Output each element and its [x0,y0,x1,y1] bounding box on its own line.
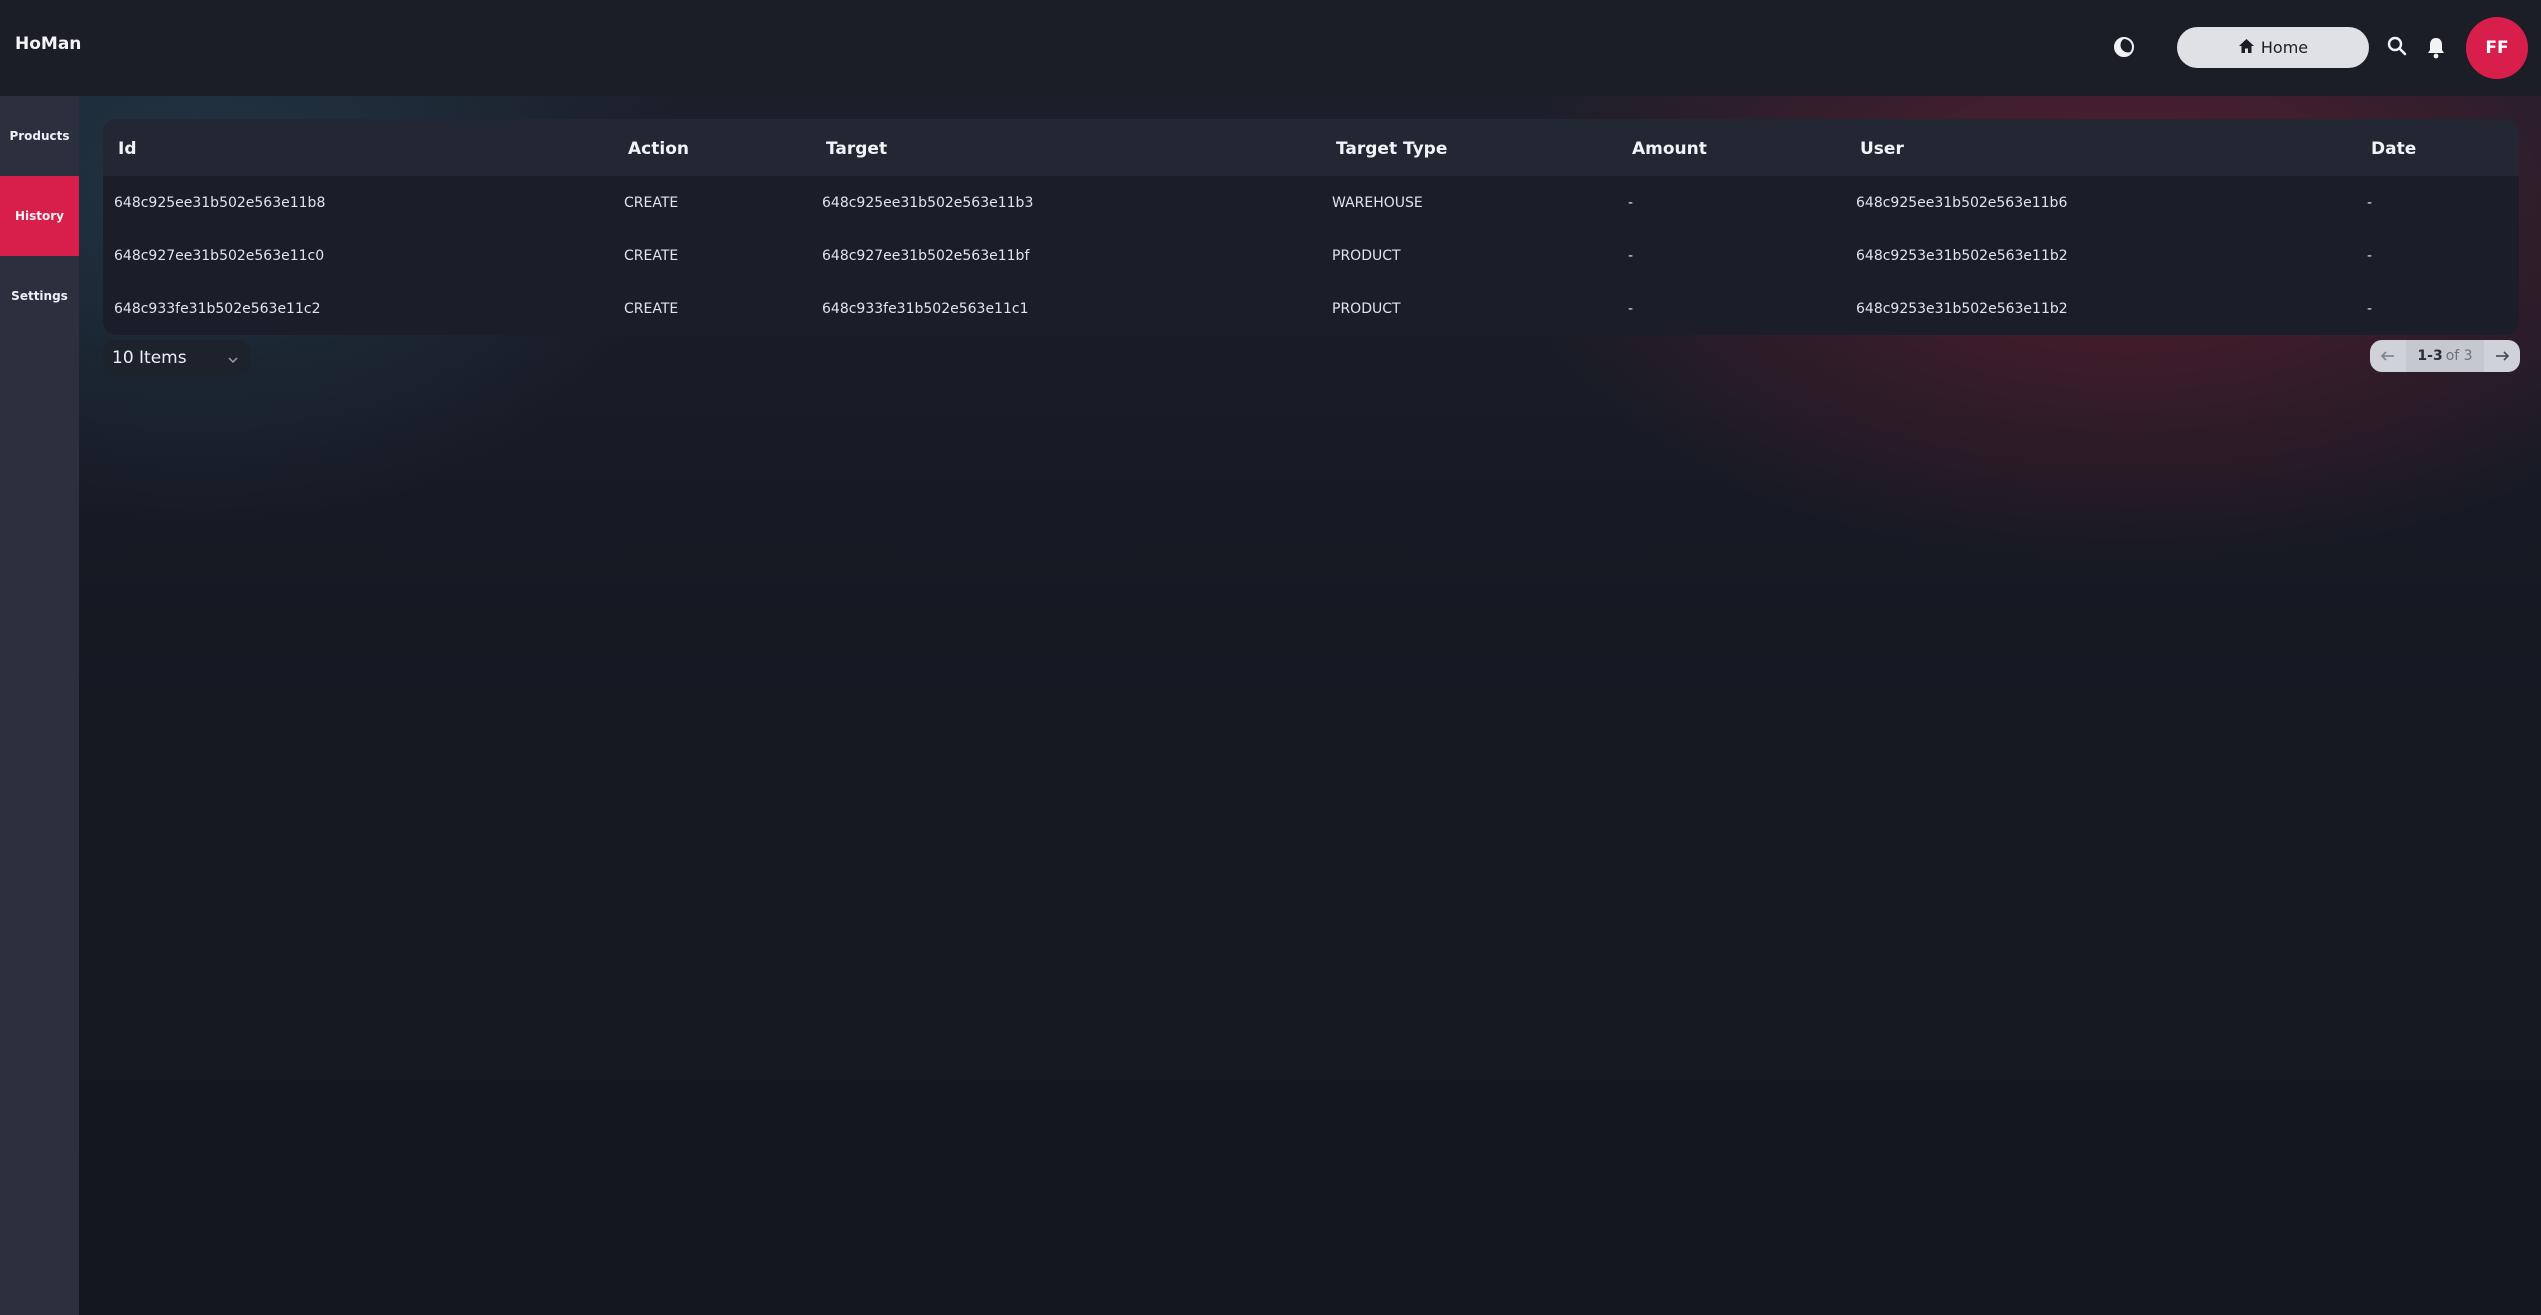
arrow-right-icon [2494,347,2510,366]
home-icon [2238,38,2255,58]
pagination: 1-3 of 3 [2370,340,2520,372]
next-page-button[interactable] [2484,340,2520,372]
cell-action: CREATE [624,248,679,264]
items-per-page-value: 10 Items [112,347,187,368]
app-brand[interactable]: HoMan [15,34,81,54]
cell-amount: - [1628,195,1634,211]
column-header-action[interactable]: Action [628,139,689,159]
sidebar-item-settings[interactable]: Settings [0,256,79,336]
cell-date: - [2367,195,2373,211]
column-header-target-type[interactable]: Target Type [1336,139,1447,159]
bell-icon[interactable] [2425,35,2447,61]
column-header-id[interactable]: Id [118,139,137,159]
cell-target: 648c933fe31b502e563e11c1 [822,301,1029,317]
sidebar-item-products[interactable]: Products [0,96,79,176]
avatar[interactable]: FF [2466,17,2528,79]
cell-target-type: PRODUCT [1332,248,1401,264]
sidebar-item-label: Settings [11,289,68,303]
cell-amount: - [1628,301,1634,317]
cell-amount: - [1628,248,1634,264]
page-indicator: 1-3 of 3 [2406,340,2484,372]
cell-user: 648c9253e31b502e563e11b2 [1856,301,2068,317]
main-content: Id Action Target Target Type Amount User… [79,96,2541,1315]
column-header-user[interactable]: User [1860,139,1904,159]
arrow-left-icon [2380,347,2396,366]
cell-date: - [2367,301,2373,317]
previous-page-button[interactable] [2370,340,2406,372]
history-table: Id Action Target Target Type Amount User… [103,119,2519,335]
page-range: 1-3 [2417,348,2443,364]
cell-id: 648c927ee31b502e563e11c0 [114,248,325,264]
cell-user: 648c9253e31b502e563e11b2 [1856,248,2068,264]
cell-action: CREATE [624,301,679,317]
chevron-down-icon [227,351,239,364]
table-row[interactable]: 648c925ee31b502e563e11b8 CREATE 648c925e… [103,176,2519,229]
table-header: Id Action Target Target Type Amount User… [103,119,2519,176]
search-icon[interactable] [2386,35,2408,59]
column-header-target[interactable]: Target [826,139,887,159]
cell-id: 648c933fe31b502e563e11c2 [114,301,321,317]
top-bar: HoMan Home FF [0,0,2541,96]
sidebar: Products History Settings [0,96,79,1315]
theme-toggle-icon[interactable] [2113,36,2136,58]
cell-target-type: PRODUCT [1332,301,1401,317]
cell-user: 648c925ee31b502e563e11b6 [1856,195,2068,211]
items-per-page-select[interactable]: 10 Items [103,340,251,375]
table-row[interactable]: 648c933fe31b502e563e11c2 CREATE 648c933f… [103,282,2519,335]
sidebar-item-label: History [14,209,65,223]
home-button[interactable]: Home [2177,27,2369,68]
table-row[interactable]: 648c927ee31b502e563e11c0 CREATE 648c927e… [103,229,2519,282]
cell-action: CREATE [624,195,679,211]
column-header-date[interactable]: Date [2371,139,2416,159]
cell-target-type: WAREHOUSE [1332,195,1423,211]
page-total: of 3 [2445,348,2473,364]
sidebar-item-label: Products [9,129,70,143]
cell-target: 648c925ee31b502e563e11b3 [822,195,1034,211]
cell-id: 648c925ee31b502e563e11b8 [114,195,326,211]
home-button-label: Home [2260,38,2309,57]
cell-date: - [2367,248,2373,264]
cell-target: 648c927ee31b502e563e11bf [822,248,1030,264]
sidebar-item-history[interactable]: History [0,176,79,256]
column-header-amount[interactable]: Amount [1632,139,1707,159]
